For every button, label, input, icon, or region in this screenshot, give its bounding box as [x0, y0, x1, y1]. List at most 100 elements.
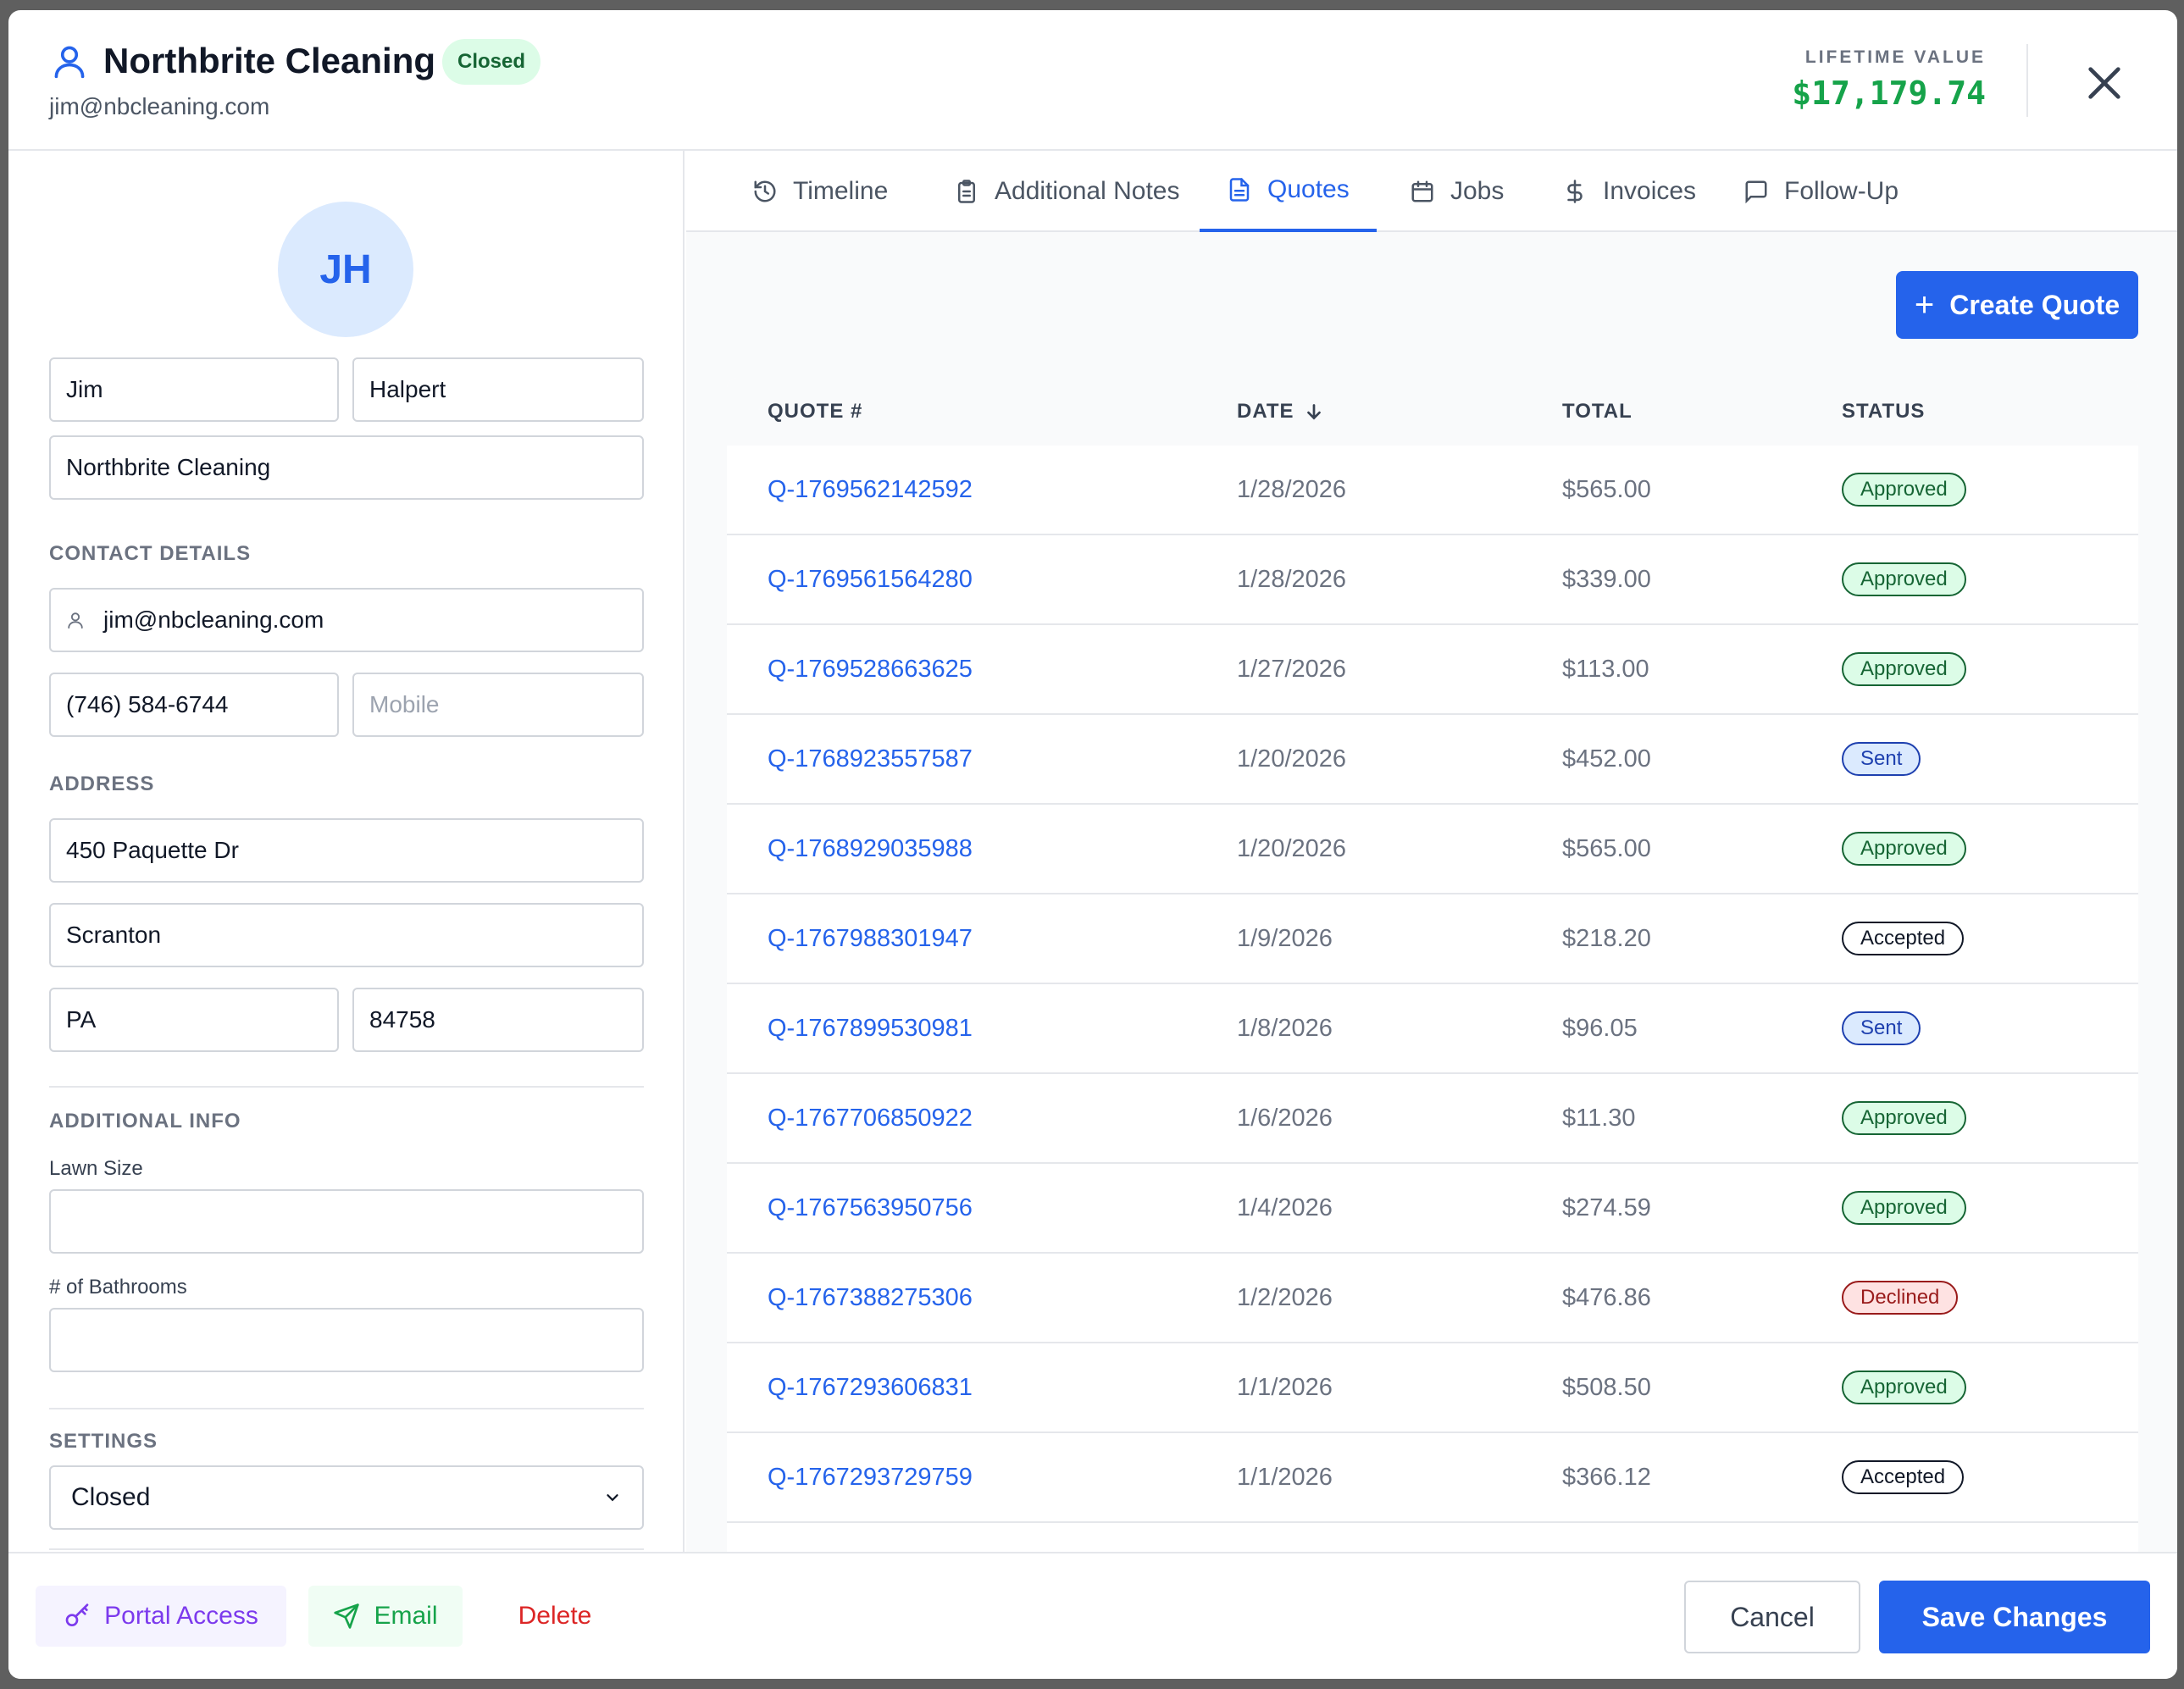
calendar-icon [1411, 180, 1433, 202]
section-divider [49, 1086, 644, 1088]
column-header-total[interactable]: TOTAL [1562, 378, 1632, 446]
document-icon [1229, 178, 1250, 202]
quote-total: $508.50 [1562, 1373, 1651, 1401]
email-button[interactable]: Email [308, 1586, 463, 1647]
company-field[interactable]: Northbrite Cleaning [49, 435, 644, 500]
quote-status-cell: Accepted [1842, 894, 1965, 983]
state-field[interactable]: PA [49, 988, 339, 1052]
save-changes-button[interactable]: Save Changes [1879, 1581, 2150, 1653]
portal-access-button[interactable]: Portal Access [36, 1586, 286, 1647]
quote-status-cell: Approved [1842, 1074, 1966, 1162]
additional-info-label: ADDITIONAL INFO [49, 1110, 241, 1132]
quote-date: 1/4/2026 [1237, 1193, 1333, 1221]
contact-details-label: CONTACT DETAILS [49, 542, 252, 565]
column-header-date[interactable]: DATE [1237, 378, 1325, 446]
quote-number-link[interactable]: Q-1767899530981 [768, 984, 973, 1072]
delete-button[interactable]: Delete [493, 1586, 617, 1647]
cancel-button[interactable]: Cancel [1684, 1581, 1860, 1653]
quote-status-cell: Sent [1842, 984, 1921, 1072]
quote-number-link[interactable]: Q-1767388275306 [768, 1254, 973, 1342]
tab-label: Quotes [1267, 175, 1350, 203]
table-row[interactable]: Q-1767293606831 1/1/2026 $508.50 Approved [727, 1343, 2138, 1433]
quote-date: 1/2/2026 [1237, 1283, 1333, 1311]
quote-number-link[interactable]: Q-1768929035988 [768, 805, 973, 893]
table-row[interactable]: Q-1769528663625 1/27/2026 $113.00 Approved [727, 625, 2138, 715]
table-row[interactable]: Q-1767899530981 1/8/2026 $96.05 Sent [727, 984, 2138, 1074]
tab-label: Follow-Up [1784, 177, 1899, 205]
table-row[interactable]: Q-1769562142592 1/28/2026 $565.00 Approved [727, 446, 2138, 535]
status-badge: Approved [1842, 832, 1966, 866]
table-row[interactable]: Q-1767988301947 1/9/2026 $218.20 Accepted [727, 894, 2138, 984]
quote-status-cell: Approved [1842, 446, 1966, 534]
settings-label: SETTINGS [49, 1430, 158, 1453]
section-divider [49, 1408, 644, 1409]
status-select[interactable]: Closed [49, 1465, 644, 1530]
quote-number-link[interactable]: Q-1769528663625 [768, 625, 973, 713]
table-row[interactable]: Q-1767706850922 1/6/2026 $11.30 Approved [727, 1074, 2138, 1164]
quote-total: $339.00 [1562, 565, 1651, 593]
email-field[interactable]: jim@nbcleaning.com [49, 588, 644, 652]
arrow-down-icon [1306, 404, 1321, 420]
column-header-status[interactable]: STATUS [1842, 378, 1925, 446]
column-header-quote[interactable]: QUOTE # [768, 378, 862, 446]
tab-additional-notes[interactable]: Additional Notes [954, 151, 1179, 232]
street-field[interactable]: 450 Paquette Dr [49, 818, 644, 883]
avatar: JH [278, 202, 413, 337]
table-row[interactable]: Q-1768923557587 1/20/2026 $452.00 Sent [727, 715, 2138, 805]
lawn-size-field[interactable] [49, 1189, 644, 1254]
status-badge: Accepted [1842, 1460, 1965, 1494]
lifetime-value: $17,179.74 [1792, 75, 1986, 112]
clipboard-icon [958, 180, 975, 203]
quote-status-cell: Approved [1842, 1343, 1966, 1431]
quote-date: 1/8/2026 [1237, 1014, 1333, 1042]
quote-date: 1/1/2026 [1237, 1463, 1333, 1491]
lawn-size-label: Lawn Size [49, 1157, 143, 1180]
quote-number-link[interactable]: Q-1769562142592 [768, 446, 973, 534]
user-icon [68, 612, 83, 629]
send-icon [334, 1603, 360, 1629]
status-badge: Approved [1842, 652, 1966, 686]
city-field[interactable]: Scranton [49, 903, 644, 967]
status-badge: Approved [1842, 1371, 1966, 1404]
quote-number-link[interactable]: Q-1767988301947 [768, 894, 973, 983]
mobile-field[interactable]: Mobile [352, 673, 644, 737]
table-row[interactable]: Q-1767293729759 1/1/2026 $366.12 Accepted [727, 1433, 2138, 1523]
tab-quotes[interactable]: Quotes [1200, 151, 1377, 232]
first-name-field[interactable]: Jim [49, 357, 339, 422]
table-row[interactable]: Q-1768929035988 1/20/2026 $565.00 Approved [727, 805, 2138, 894]
table-header: QUOTE # DATE TOTAL STATUS [727, 378, 2138, 446]
tab-jobs[interactable]: Jobs [1410, 151, 1504, 232]
quote-number-link[interactable]: Q-1767293606831 [768, 1343, 973, 1431]
tab-timeline[interactable]: Timeline [752, 151, 888, 232]
quote-number-link[interactable]: Q-1767293729759 [768, 1433, 973, 1521]
quote-number-link[interactable]: Q-1769561564280 [768, 535, 973, 623]
bathrooms-label: # of Bathrooms [49, 1276, 187, 1299]
create-quote-button[interactable]: + Create Quote [1896, 271, 2138, 339]
last-name-field[interactable]: Halpert [352, 357, 644, 422]
quote-date: 1/28/2026 [1237, 475, 1347, 503]
table-row[interactable]: Q-1769561564280 1/28/2026 $339.00 Approved [727, 535, 2138, 625]
status-badge: Approved [1842, 562, 1966, 596]
quote-status-cell: Sent [1842, 715, 1921, 803]
table-row[interactable]: Q-1767388275306 1/2/2026 $476.86 Declined [727, 1254, 2138, 1343]
quote-total: $11.30 [1562, 1104, 1636, 1132]
quote-date: 1/28/2026 [1237, 565, 1347, 593]
tab-follow-up[interactable]: Follow-Up [1743, 151, 1899, 232]
quote-number-link[interactable]: Q-1767706850922 [768, 1074, 973, 1162]
lifetime-value-label: LIFETIME VALUE [1804, 47, 1986, 67]
tab-label: Jobs [1450, 177, 1505, 205]
tab-invoices[interactable]: Invoices [1562, 151, 1696, 232]
quote-status-cell: Accepted [1842, 1433, 1965, 1521]
zip-field[interactable]: 84758 [352, 988, 644, 1052]
quote-number-link[interactable]: Q-1767563950756 [768, 1164, 973, 1252]
bathrooms-field[interactable] [49, 1308, 644, 1372]
address-label: ADDRESS [49, 773, 155, 795]
quote-total: $113.00 [1562, 655, 1649, 683]
quote-number-link[interactable]: Q-1768923557587 [768, 715, 973, 803]
table-row[interactable]: Q-1767563950756 1/4/2026 $274.59 Approved [727, 1164, 2138, 1254]
status-badge: Sent [1842, 742, 1921, 776]
quotes-table: QUOTE # DATE TOTAL STATUS Q-176956214259… [727, 378, 2138, 1552]
phone-field[interactable]: (746) 584-6744 [49, 673, 339, 737]
close-icon[interactable] [2081, 59, 2128, 107]
create-quote-label: Create Quote [1949, 289, 2120, 320]
